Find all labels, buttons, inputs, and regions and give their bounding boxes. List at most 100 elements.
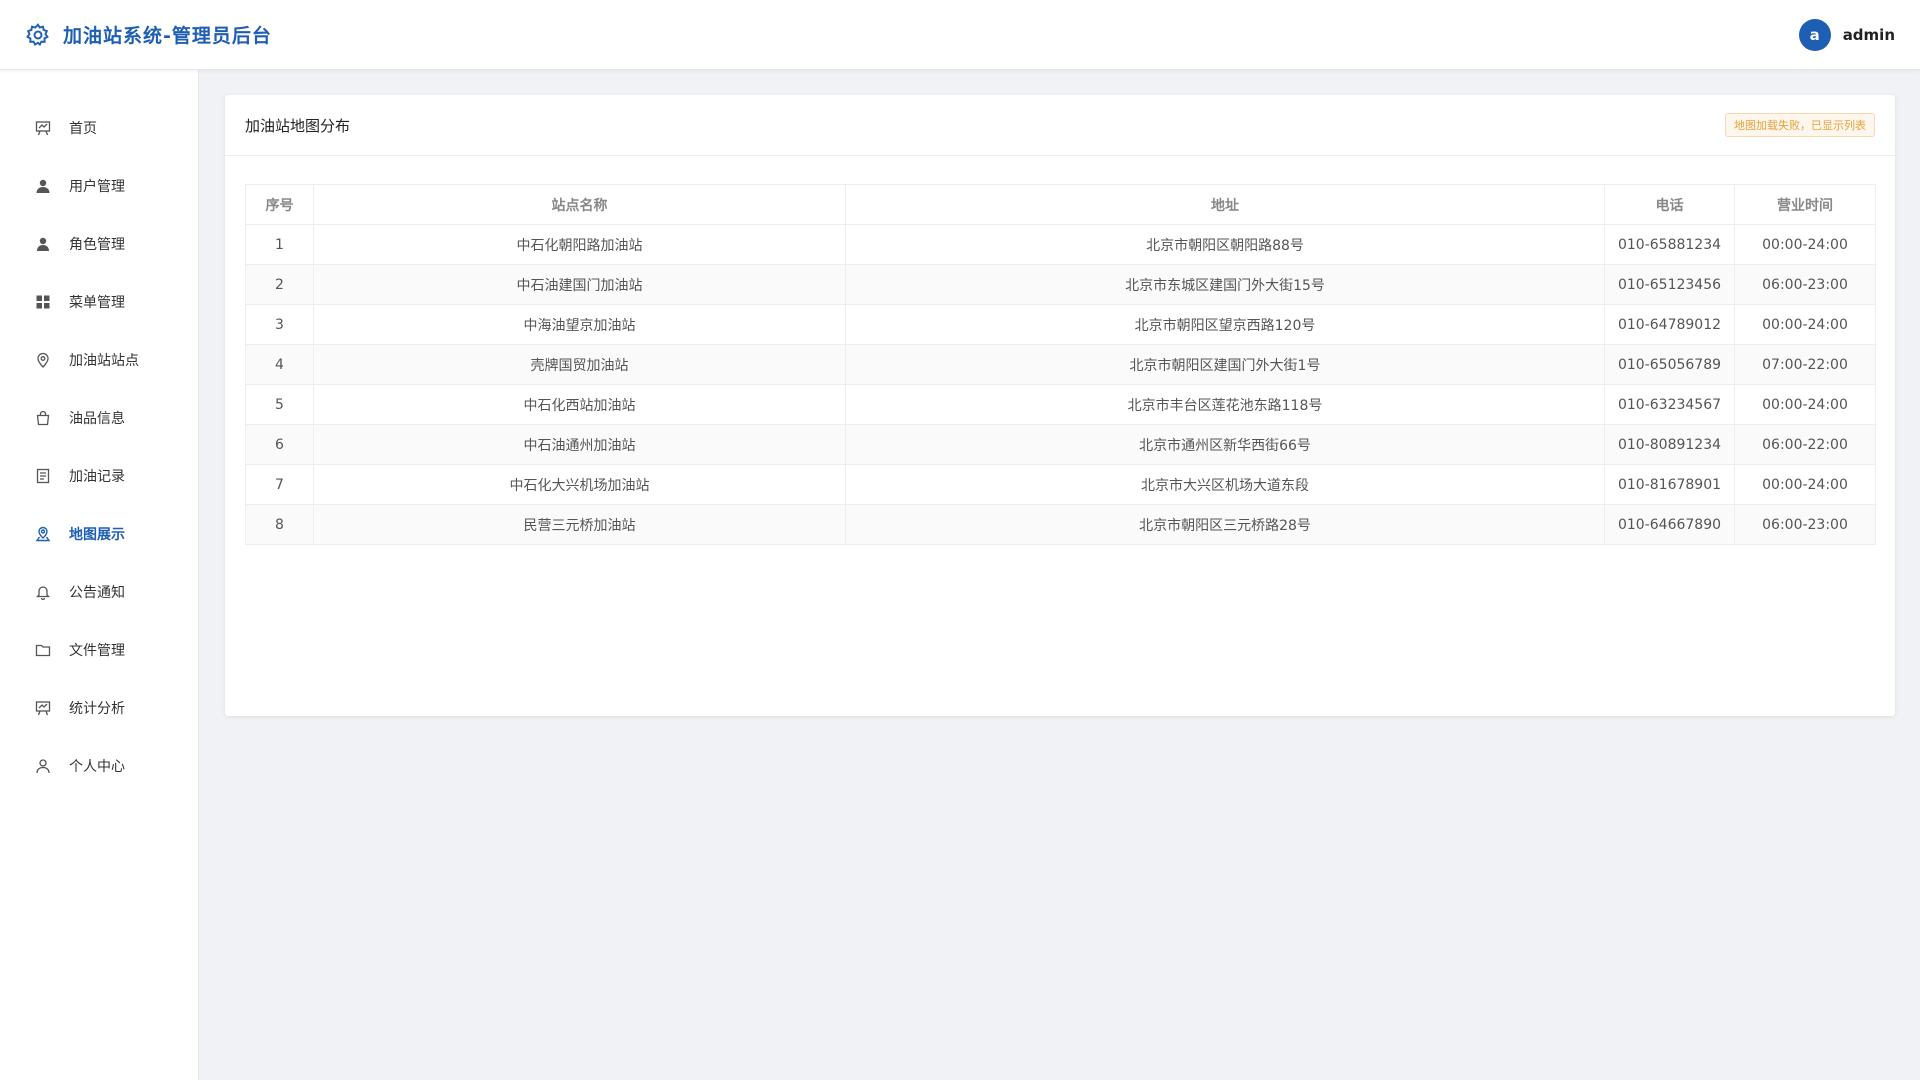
- gear-icon: [25, 22, 51, 48]
- map-pin-icon: [34, 525, 52, 543]
- sidebar: 首页 用户管理 角色管理 菜单管理 加油站站点 油品信息 加油记录 地图展示 公…: [0, 70, 199, 1080]
- cell-index: 2: [245, 264, 314, 305]
- card-header: 加油站地图分布 地图加载失败，已显示列表: [225, 95, 1895, 156]
- column-header-hours: 营业时间: [1734, 184, 1876, 225]
- sidebar-item-statistics[interactable]: 统计分析: [0, 679, 198, 737]
- bell-icon: [34, 583, 52, 601]
- cell-index: 5: [245, 384, 314, 425]
- sidebar-item-label: 文件管理: [69, 643, 125, 659]
- cell-phone: 010-63234567: [1604, 384, 1735, 425]
- cell-phone: 010-65123456: [1604, 264, 1735, 305]
- sidebar-item-label: 加油记录: [69, 469, 125, 485]
- sidebar-item-label: 公告通知: [69, 585, 125, 601]
- cell-index: 7: [245, 464, 314, 505]
- cell-name: 中海油望京加油站: [313, 304, 846, 345]
- sidebar-item-menus[interactable]: 菜单管理: [0, 273, 198, 331]
- table-row: 5 中石化西站加油站 北京市丰台区莲花池东路118号 010-63234567 …: [245, 384, 1876, 425]
- cell-name: 中石化大兴机场加油站: [313, 464, 846, 505]
- cell-address: 北京市朝阳区朝阳路88号: [845, 224, 1605, 265]
- cell-hours: 06:00-22:00: [1734, 424, 1876, 465]
- cell-address: 北京市丰台区莲花池东路118号: [845, 384, 1605, 425]
- sidebar-item-products[interactable]: 油品信息: [0, 389, 198, 447]
- cell-index: 1: [245, 224, 314, 265]
- card-title: 加油站地图分布: [245, 116, 351, 135]
- card-body: 序号 站点名称 地址 电话 营业时间 1 中石化朝阳路加油站 北京市朝阳区朝阳路…: [225, 156, 1895, 573]
- cell-index: 8: [245, 504, 314, 545]
- person-outline-icon: [34, 757, 52, 775]
- folder-icon: [34, 641, 52, 659]
- table-row: 7 中石化大兴机场加油站 北京市大兴区机场大道东段 010-81678901 0…: [245, 464, 1876, 505]
- avatar[interactable]: a: [1798, 18, 1831, 51]
- user-menu[interactable]: a admin: [1798, 18, 1895, 51]
- cell-address: 北京市朝阳区三元桥路28号: [845, 504, 1605, 545]
- grid-icon: [34, 293, 52, 311]
- sidebar-item-files[interactable]: 文件管理: [0, 621, 198, 679]
- cell-index: 4: [245, 344, 314, 385]
- table-row: 8 民营三元桥加油站 北京市朝阳区三元桥路28号 010-64667890 06…: [245, 504, 1876, 545]
- cell-hours: 00:00-24:00: [1734, 384, 1876, 425]
- column-header-address: 地址: [845, 184, 1605, 225]
- cell-name: 壳牌国贸加油站: [313, 344, 846, 385]
- cell-phone: 010-81678901: [1604, 464, 1735, 505]
- cell-address: 北京市大兴区机场大道东段: [845, 464, 1605, 505]
- sidebar-item-profile[interactable]: 个人中心: [0, 737, 198, 795]
- column-header-index: 序号: [245, 184, 314, 225]
- cell-name: 中石油建国门加油站: [313, 264, 846, 305]
- dashboard-icon: [34, 119, 52, 137]
- document-icon: [34, 467, 52, 485]
- top-header: 加油站系统-管理员后台 a admin: [0, 0, 1920, 70]
- cell-name: 民营三元桥加油站: [313, 504, 846, 545]
- cell-phone: 010-80891234: [1604, 424, 1735, 465]
- cell-name: 中石油通州加油站: [313, 424, 846, 465]
- cell-hours: 06:00-23:00: [1734, 504, 1876, 545]
- cell-index: 6: [245, 424, 314, 465]
- cell-hours: 06:00-23:00: [1734, 264, 1876, 305]
- cell-hours: 00:00-24:00: [1734, 224, 1876, 265]
- sidebar-item-label: 角色管理: [69, 237, 125, 253]
- user-icon: [34, 177, 52, 195]
- map-distribution-card: 加油站地图分布 地图加载失败，已显示列表 序号 站点名称 地址 电话 营业时间: [225, 95, 1895, 716]
- cell-address: 北京市朝阳区建国门外大街1号: [845, 344, 1605, 385]
- table-row: 2 中石油建国门加油站 北京市东城区建国门外大街15号 010-65123456…: [245, 264, 1876, 305]
- cell-address: 北京市东城区建国门外大街15号: [845, 264, 1605, 305]
- chart-board-icon: [34, 699, 52, 717]
- location-pin-icon: [34, 351, 52, 369]
- table-row: 3 中海油望京加油站 北京市朝阳区望京西路120号 010-64789012 0…: [245, 304, 1876, 345]
- cell-name: 中石化朝阳路加油站: [313, 224, 846, 265]
- sidebar-item-notices[interactable]: 公告通知: [0, 563, 198, 621]
- sidebar-item-home[interactable]: 首页: [0, 99, 198, 157]
- cell-phone: 010-65056789: [1604, 344, 1735, 385]
- table-row: 4 壳牌国贸加油站 北京市朝阳区建国门外大街1号 010-65056789 07…: [245, 344, 1876, 385]
- bag-icon: [34, 409, 52, 427]
- sidebar-item-map[interactable]: 地图展示: [0, 505, 198, 563]
- table-row: 6 中石油通州加油站 北京市通州区新华西街66号 010-80891234 06…: [245, 424, 1876, 465]
- column-header-phone: 电话: [1604, 184, 1735, 225]
- column-header-name: 站点名称: [313, 184, 846, 225]
- sidebar-item-label: 用户管理: [69, 179, 125, 195]
- app-title: 加油站系统-管理员后台: [63, 25, 272, 47]
- sidebar-item-roles[interactable]: 角色管理: [0, 215, 198, 273]
- sidebar-item-label: 加油站站点: [69, 353, 139, 369]
- cell-address: 北京市朝阳区望京西路120号: [845, 304, 1605, 345]
- cell-hours: 00:00-24:00: [1734, 304, 1876, 345]
- sidebar-item-label: 菜单管理: [69, 295, 125, 311]
- sidebar-item-records[interactable]: 加油记录: [0, 447, 198, 505]
- brand: 加油站系统-管理员后台: [25, 21, 272, 48]
- sidebar-item-stations[interactable]: 加油站站点: [0, 331, 198, 389]
- cell-hours: 00:00-24:00: [1734, 464, 1876, 505]
- table-row: 1 中石化朝阳路加油站 北京市朝阳区朝阳路88号 010-65881234 00…: [245, 224, 1876, 265]
- cell-name: 中石化西站加油站: [313, 384, 846, 425]
- table-header-row: 序号 站点名称 地址 电话 营业时间: [245, 184, 1876, 225]
- sidebar-item-label: 统计分析: [69, 701, 125, 717]
- cell-index: 3: [245, 304, 314, 345]
- cell-hours: 07:00-22:00: [1734, 344, 1876, 385]
- username[interactable]: admin: [1843, 26, 1895, 44]
- sidebar-item-label: 个人中心: [69, 759, 125, 775]
- map-load-warning-badge: 地图加载失败，已显示列表: [1725, 113, 1875, 137]
- sidebar-item-users[interactable]: 用户管理: [0, 157, 198, 215]
- cell-phone: 010-64789012: [1604, 304, 1735, 345]
- cell-address: 北京市通州区新华西街66号: [845, 424, 1605, 465]
- sidebar-item-label: 首页: [69, 121, 97, 137]
- cell-phone: 010-64667890: [1604, 504, 1735, 545]
- sidebar-item-label: 地图展示: [69, 527, 125, 543]
